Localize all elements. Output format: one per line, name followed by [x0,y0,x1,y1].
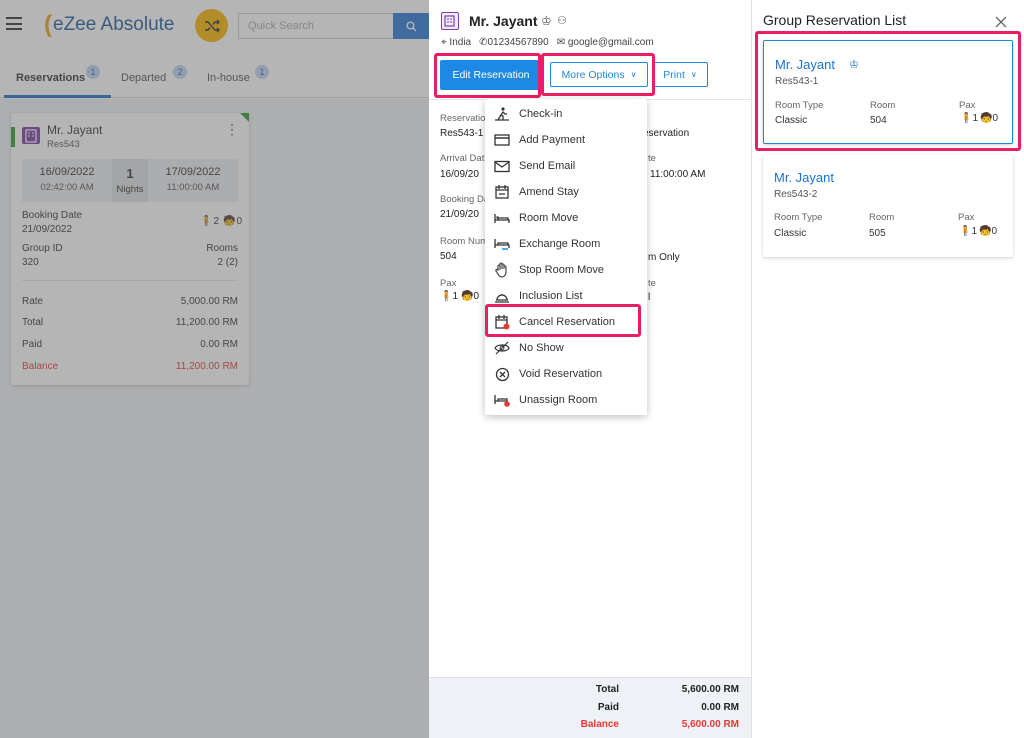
field-value: 504 [440,251,457,262]
card-icon [494,132,510,148]
child-icon: 🧒 [979,226,992,237]
highlight-group-item [755,31,1021,151]
paid-value: 0.00 RM [701,702,739,713]
phone: ✆01234567890 [479,37,549,48]
guest-name: Mr. Jayant [469,13,538,29]
tray-icon [494,288,510,304]
menu-item-add-payment[interactable]: Add Payment [485,127,647,153]
eye-off-icon [494,340,510,356]
bed-cancel-icon [494,392,510,408]
field-value-partial: eservation [643,128,690,139]
hotel-icon [441,12,459,30]
guest-profile-icon[interactable]: ⚇ [557,14,567,27]
field-label: Booking Da [440,194,490,205]
child-icon: 🧒 [461,291,474,302]
field-value: 16/09/20 [440,169,479,180]
field-label: Arrival Dat [440,153,485,164]
bed-icon [494,210,510,226]
balance-label: Balance [580,719,619,730]
field-value-partial: l [648,292,651,303]
exchange-bed-icon [494,236,510,252]
field-label-partial: te [648,278,656,289]
room-label: Room [869,212,895,223]
menu-item-send-email[interactable]: Send Email [485,153,647,179]
field-value-partial: m Only [648,252,680,263]
contact-line: ⌖ India ✆01234567890 ✉ google@gmail.com [441,37,654,48]
pax-label: Pax [958,212,975,223]
close-icon[interactable] [995,15,1007,28]
field-label-partial: te [648,153,656,164]
field-value-partial: 11:00:00 AM [650,169,706,180]
menu-item-unassign-room[interactable]: Unassign Room [485,387,647,413]
menu-item-void-reservation[interactable]: Void Reservation [485,361,647,387]
field-value: 21/09/20 [440,209,479,220]
country: ⌖ India [441,37,472,48]
mail-icon [494,158,510,174]
print-button[interactable]: Print ∨ [652,62,708,87]
menu-item-room-move[interactable]: Room Move [485,205,647,231]
room-value: 505 [869,228,886,239]
pax-count: 🧍 1 🧒 0 [440,291,480,302]
modal-overlay[interactable] [0,0,429,738]
phone-icon: ✆ [479,37,488,48]
group-item-res: Res543-2 [774,189,818,200]
highlight-more-options [541,53,655,96]
panel-title: Group Reservation List [763,12,907,28]
menu-item-amend-stay[interactable]: Amend Stay [485,179,647,205]
field-label: Reservation [440,113,491,124]
x-circle-icon [494,366,510,382]
menu-item-no-show[interactable]: No Show [485,335,647,361]
room-type-value: Classic [774,228,807,239]
field-label: Pax [440,278,457,289]
calendar-icon [494,184,510,200]
group-item-2[interactable]: Mr. Jayant Res543-2 Room Type Room Pax C… [763,155,1013,257]
room-type-label: Room Type [774,212,823,223]
totals-footer: Total 5,600.00 RM Paid 0.00 RM Balance 5… [429,677,751,738]
menu-item-exchange-room[interactable]: Exchange Room [485,231,647,257]
total-label: Total [595,684,619,695]
menu-item-check-in[interactable]: Check-in [485,101,647,127]
chevron-down-icon: ∨ [690,70,697,79]
adult-icon: 🧍 [959,226,972,237]
location-icon: ⌖ [441,37,447,48]
menu-item-stop-room-move[interactable]: Stop Room Move [485,257,647,283]
field-label: Room Num [440,236,489,247]
group-item-name[interactable]: Mr. Jayant [774,170,834,185]
pax-value: 🧍 1 🧒 0 [959,226,998,237]
hand-icon [494,262,510,278]
adult-icon: 🧍 [440,291,453,302]
total-value: 5,600.00 RM [681,684,739,695]
paid-label: Paid [597,702,619,713]
checkin-icon [494,106,510,122]
vip-crown-icon[interactable]: ♔ [541,14,552,28]
highlight-edit-reservation [434,53,541,98]
field-value: Res543-1 [440,128,484,139]
email: ✉ google@gmail.com [556,37,654,48]
highlight-cancel-reservation [485,304,641,337]
more-options-menu: Check-in Add Payment Send Email Amend St… [485,99,647,415]
mail-icon: ✉ [556,37,566,48]
balance-value: 5,600.00 RM [681,719,739,730]
